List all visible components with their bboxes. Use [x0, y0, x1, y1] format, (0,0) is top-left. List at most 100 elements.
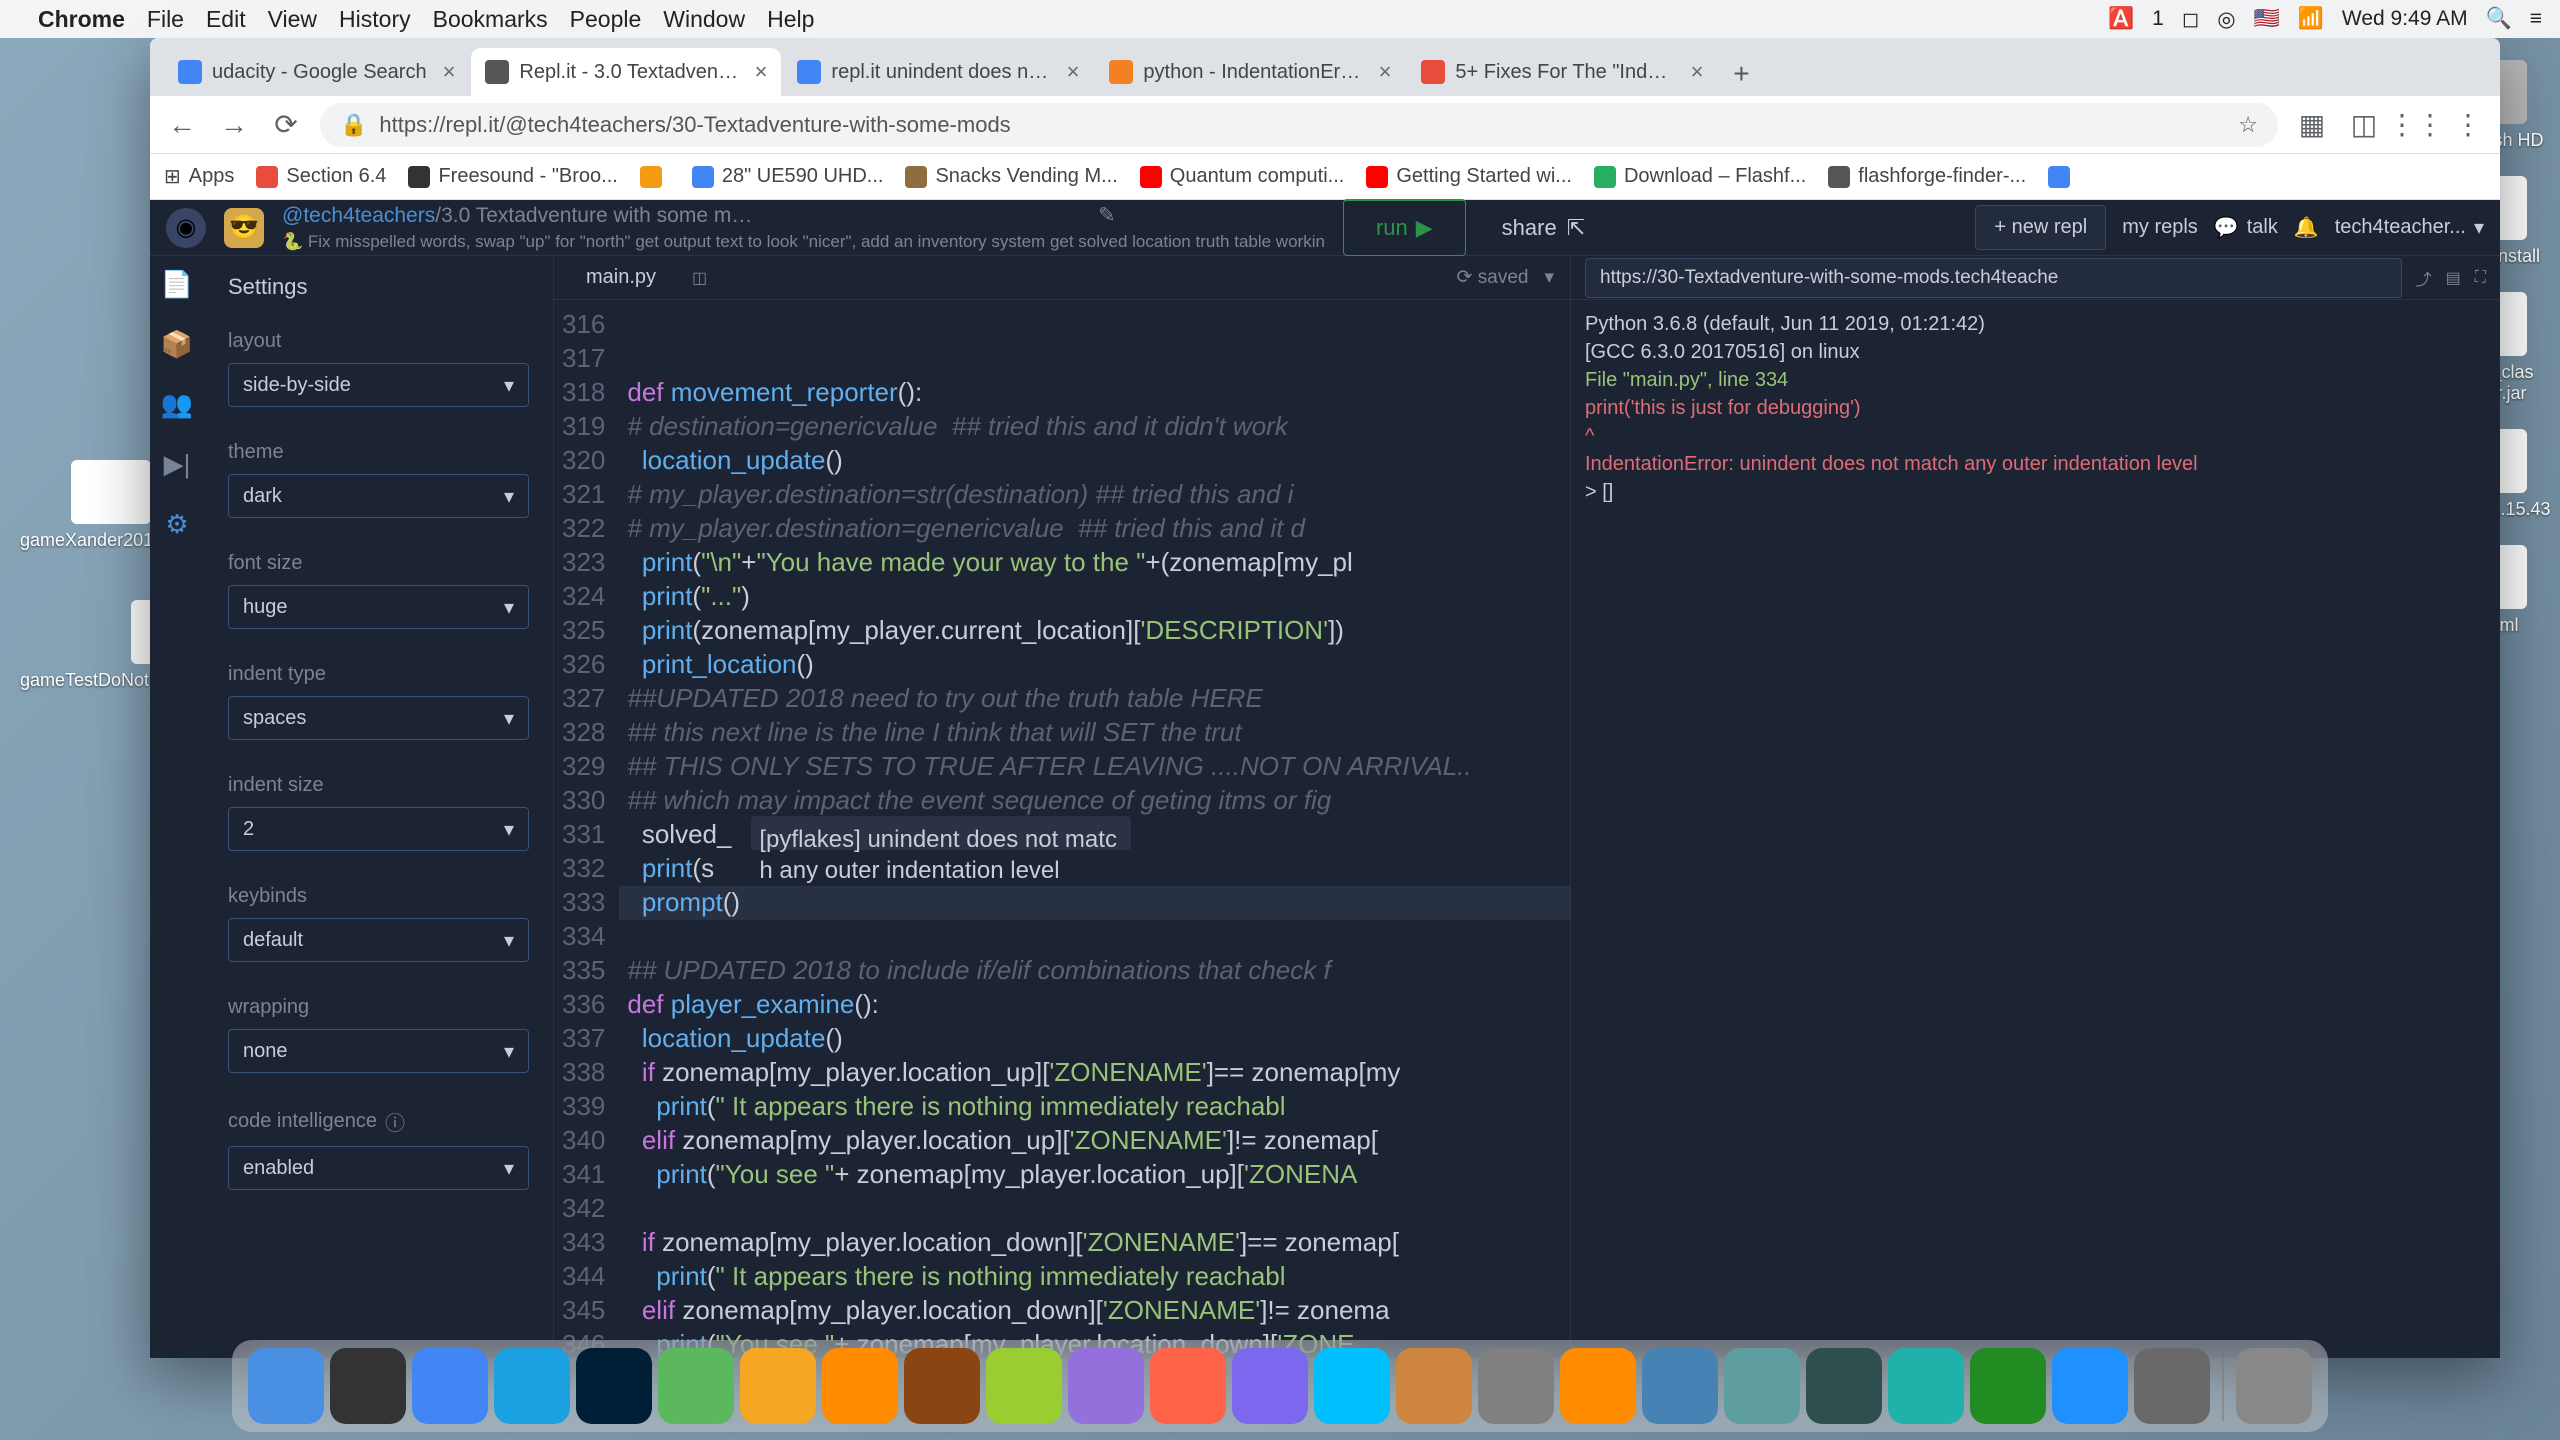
- code-line[interactable]: if zonemap[my_player.location_down]['ZON…: [619, 1226, 1570, 1260]
- split-icon[interactable]: ◫: [692, 268, 707, 288]
- star-icon[interactable]: ☆: [2238, 112, 2258, 138]
- code-line[interactable]: [619, 342, 1570, 376]
- menu-history[interactable]: History: [339, 6, 411, 33]
- menu-button[interactable]: ⋮: [2450, 107, 2486, 143]
- browser-tab[interactable]: udacity - Google Search×: [164, 48, 469, 96]
- keybinds-select[interactable]: default▾: [228, 918, 529, 962]
- code-line[interactable]: # my_player.destination=str(destination)…: [619, 478, 1570, 512]
- dock-app[interactable]: [2134, 1348, 2210, 1424]
- code-line[interactable]: ## UPDATED 2018 to include if/elif combi…: [619, 954, 1570, 988]
- dock-app[interactable]: [576, 1348, 652, 1424]
- flag-icon[interactable]: 🇺🇸: [2254, 7, 2280, 31]
- wifi-icon[interactable]: 📶: [2298, 7, 2324, 31]
- indent-type-select[interactable]: spaces▾: [228, 696, 529, 740]
- code-line[interactable]: elif zonemap[my_player.location_up]['ZON…: [619, 1124, 1570, 1158]
- ext-icon[interactable]: ⋮⋮: [2398, 107, 2434, 143]
- code-line[interactable]: print(zonemap[my_player.current_location…: [619, 614, 1570, 648]
- bookmark-item[interactable]: Section 6.4: [256, 165, 386, 188]
- browser-tab[interactable]: 5+ Fixes For The "Indentation×: [1407, 48, 1717, 96]
- replit-logo-icon[interactable]: ◉: [166, 208, 206, 248]
- close-tab-icon[interactable]: ×: [443, 59, 456, 85]
- dock-app[interactable]: [1314, 1348, 1390, 1424]
- console-icon[interactable]: ▤: [2446, 268, 2461, 288]
- settings-icon[interactable]: ⚙: [161, 508, 193, 540]
- indent-size-select[interactable]: 2▾: [228, 807, 529, 851]
- menu-people[interactable]: People: [570, 6, 642, 33]
- code-line[interactable]: # my_player.destination=genericvalue ## …: [619, 512, 1570, 546]
- file-tab[interactable]: main.py: [570, 256, 672, 299]
- address-bar[interactable]: 🔒 https://repl.it/@tech4teachers/30-Text…: [320, 103, 2278, 147]
- dropdown-icon[interactable]: ▾: [1544, 266, 1554, 289]
- one-icon[interactable]: 1: [2152, 7, 2164, 31]
- username-menu[interactable]: tech4teacher... ▾: [2335, 215, 2484, 240]
- repl-url[interactable]: https://30-Textadventure-with-some-mods.…: [1585, 258, 2402, 298]
- code-line[interactable]: print(" It appears there is nothing imme…: [619, 1260, 1570, 1294]
- bookmark-item[interactable]: flashforge-finder-...: [1828, 165, 2026, 188]
- dock-app[interactable]: [1642, 1348, 1718, 1424]
- dock-app[interactable]: [2052, 1348, 2128, 1424]
- code-line[interactable]: ## this next line is the line I think th…: [619, 716, 1570, 750]
- dock-app[interactable]: [1150, 1348, 1226, 1424]
- dock-app[interactable]: [1724, 1348, 1800, 1424]
- code-line[interactable]: location_update(): [619, 444, 1570, 478]
- code-line[interactable]: # destination=genericvalue ## tried this…: [619, 410, 1570, 444]
- bookmark-item[interactable]: Quantum computi...: [1140, 165, 1345, 188]
- info-icon[interactable]: ⓘ: [385, 1107, 405, 1136]
- bookmark-item[interactable]: [2048, 166, 2078, 188]
- menu-file[interactable]: File: [147, 6, 184, 33]
- vcs-icon[interactable]: 👥: [161, 388, 193, 420]
- wrapping-select[interactable]: none▾: [228, 1029, 529, 1073]
- menu-bookmarks[interactable]: Bookmarks: [433, 6, 548, 33]
- code-line[interactable]: def player_examine():: [619, 988, 1570, 1022]
- code-intel-select[interactable]: enabled▾: [228, 1146, 529, 1190]
- bookmark-item[interactable]: 28" UE590 UHD...: [692, 165, 884, 188]
- dock-app[interactable]: [1888, 1348, 1964, 1424]
- code-line[interactable]: elif zonemap[my_player.location_down]['Z…: [619, 1294, 1570, 1328]
- reload-button[interactable]: ⟳: [268, 107, 304, 143]
- menu-window[interactable]: Window: [663, 6, 745, 33]
- apps-button[interactable]: ⊞ Apps: [164, 164, 234, 189]
- dock-app[interactable]: [658, 1348, 734, 1424]
- new-repl-button[interactable]: + new repl: [1975, 205, 2106, 250]
- browser-tab[interactable]: python - IndentationError: uni×: [1095, 48, 1405, 96]
- code-line[interactable]: [619, 920, 1570, 954]
- dock-app[interactable]: [330, 1348, 406, 1424]
- theme-select[interactable]: dark▾: [228, 474, 529, 518]
- code-editor[interactable]: 3163173183193203213223233243253263273283…: [554, 300, 1570, 1358]
- notif-icon[interactable]: ≡: [2530, 7, 2542, 31]
- dock-app[interactable]: [1396, 1348, 1472, 1424]
- layout-select[interactable]: side-by-side▾: [228, 363, 529, 407]
- code-line[interactable]: print(" It appears there is nothing imme…: [619, 1090, 1570, 1124]
- my-repls-link[interactable]: my repls: [2122, 216, 2198, 239]
- forward-button[interactable]: →: [216, 107, 252, 143]
- clock[interactable]: Wed 9:49 AM: [2342, 7, 2468, 31]
- code-line[interactable]: ## THIS ONLY SETS TO TRUE AFTER LEAVING …: [619, 750, 1570, 784]
- notif-bell-icon[interactable]: 🔔: [2294, 215, 2319, 240]
- code-line[interactable]: [619, 308, 1570, 342]
- dock-app[interactable]: [2236, 1348, 2312, 1424]
- browser-tab[interactable]: repl.it unindent does not matc×: [783, 48, 1093, 96]
- bluetooth-icon[interactable]: ◎: [2217, 7, 2235, 32]
- dock-app[interactable]: [412, 1348, 488, 1424]
- dock-app[interactable]: [494, 1348, 570, 1424]
- code-line[interactable]: print("You see "+ zonemap[my_player.loca…: [619, 1158, 1570, 1192]
- ext-icon[interactable]: ◫: [2346, 107, 2382, 143]
- talk-link[interactable]: 💬 talk: [2214, 215, 2278, 240]
- bookmark-item[interactable]: [640, 166, 670, 188]
- close-tab-icon[interactable]: ×: [1691, 59, 1704, 85]
- files-icon[interactable]: 📄: [161, 268, 193, 300]
- code-line[interactable]: [619, 1192, 1570, 1226]
- code-line[interactable]: print("..."): [619, 580, 1570, 614]
- menu-view[interactable]: View: [268, 6, 317, 33]
- status-icon[interactable]: ◻: [2182, 7, 2199, 32]
- ext-icon[interactable]: ▦: [2294, 107, 2330, 143]
- back-button[interactable]: ←: [164, 107, 200, 143]
- open-external-icon[interactable]: ⤴: [2416, 266, 2432, 290]
- bookmark-item[interactable]: Download – Flashf...: [1594, 165, 1806, 188]
- code-line[interactable]: print("\n"+"You have made your way to th…: [619, 546, 1570, 580]
- console-output[interactable]: Python 3.6.8 (default, Jun 11 2019, 01:2…: [1571, 300, 2500, 1358]
- dock-app[interactable]: [822, 1348, 898, 1424]
- dock-app[interactable]: [1806, 1348, 1882, 1424]
- close-tab-icon[interactable]: ×: [755, 59, 768, 85]
- debug-icon[interactable]: ▶|: [161, 448, 193, 480]
